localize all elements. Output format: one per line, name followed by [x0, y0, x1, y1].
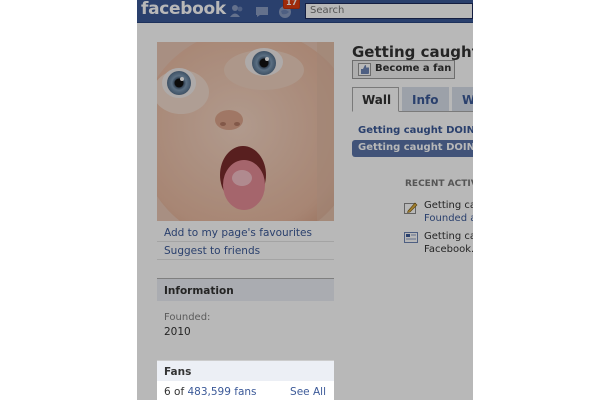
tab-info[interactable]: Info — [402, 87, 449, 111]
tab-wall[interactable]: Wall — [352, 87, 399, 112]
add-to-favourites-link[interactable]: Add to my page's favourites — [164, 227, 312, 239]
thumbs-up-icon — [358, 63, 371, 76]
suggest-to-friends-link[interactable]: Suggest to friends — [164, 245, 260, 257]
information-heading: Information — [157, 279, 334, 301]
activity-text: Getting ca — [424, 200, 473, 211]
browser-viewport: facebook 17 Search Add to my page's favo… — [137, 0, 473, 400]
divider — [157, 259, 334, 260]
search-input[interactable]: Search — [305, 3, 473, 19]
divider — [157, 241, 334, 242]
founded-label: Founded: — [164, 312, 211, 323]
fans-count-prefix: 6 of — [164, 386, 188, 398]
top-navigation-bar: facebook 17 Search — [137, 0, 473, 23]
page-tabs: Wall Info W — [352, 87, 473, 112]
become-a-fan-button[interactable]: Become a fan — [352, 60, 455, 79]
activity-link[interactable]: Founded a — [424, 212, 473, 225]
founded-value: 2010 — [164, 326, 191, 338]
facebook-logo[interactable]: facebook — [141, 0, 226, 19]
information-box: Information Founded: 2010 — [157, 278, 334, 361]
become-a-fan-label: Become a fan — [375, 63, 452, 74]
page-title: Getting caught — [352, 43, 473, 61]
activity-text: Facebook. — [424, 244, 473, 255]
page-icon — [404, 229, 418, 243]
page-content: Add to my page's favourites Suggest to f… — [137, 23, 473, 400]
messages-icon[interactable] — [254, 3, 270, 19]
pencil-icon — [404, 199, 418, 214]
wall-filter-link[interactable]: Getting caught DOING — [358, 125, 473, 136]
fans-count-link[interactable]: 483,599 fans — [187, 386, 256, 398]
recent-activity-heading: RECENT ACTIV — [405, 179, 473, 189]
tab-more[interactable]: W — [452, 87, 473, 111]
fans-count: 6 of 483,599 fans — [164, 386, 257, 398]
activity-text: Getting ca — [424, 231, 473, 242]
wall-filter-active[interactable]: Getting caught DOING — [352, 140, 473, 157]
fans-box: Fans 6 of 483,599 fans See All — [157, 360, 334, 400]
friend-requests-icon[interactable] — [229, 3, 245, 19]
notification-count-badge: 17 — [283, 0, 301, 9]
see-all-link[interactable]: See All — [290, 386, 326, 398]
fans-heading: Fans — [157, 361, 334, 381]
profile-photo[interactable] — [157, 42, 334, 221]
